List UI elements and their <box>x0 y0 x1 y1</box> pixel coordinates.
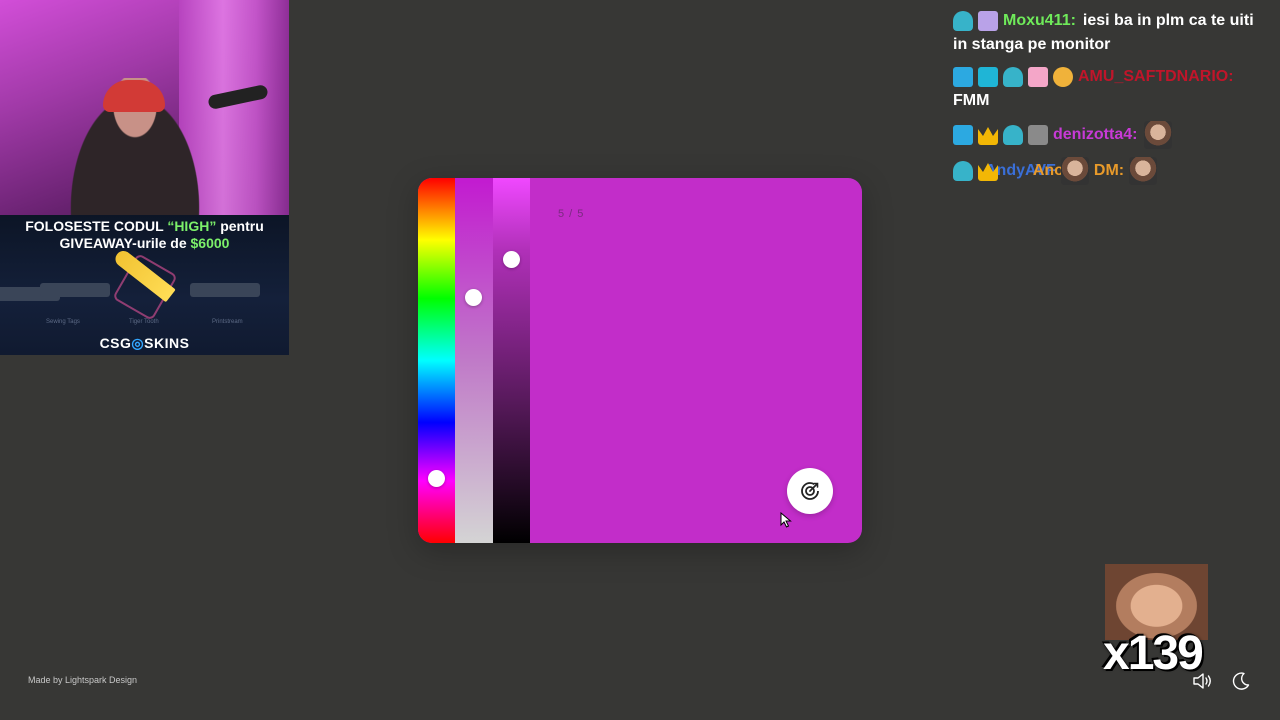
chat-username[interactable]: AMU_SAFTDNARIO: <box>1078 65 1234 89</box>
saturation-slider-handle[interactable] <box>465 289 482 307</box>
skin-label: Printstream <box>212 319 243 325</box>
color-counter: 5 / 5 <box>558 208 585 220</box>
emote-icon <box>1129 157 1158 185</box>
skin-rifle <box>40 283 110 297</box>
face-icon <box>1028 125 1048 145</box>
chat-mention: Ano <box>1032 162 1064 179</box>
chat-text: iesi ba in plm ca te uiti <box>1082 12 1254 29</box>
mouse-cursor-icon <box>780 512 792 528</box>
csgoskins-logo: CSG◎SKINS <box>0 335 289 352</box>
chat-overlay: Moxu411: iesi ba in plm ca te uiti in st… <box>953 9 1273 193</box>
monster-icon <box>953 161 973 181</box>
monster-icon <box>1003 67 1023 87</box>
target-button[interactable] <box>787 468 833 514</box>
gift-icon <box>1028 67 1048 87</box>
emote-combo-count: x139 <box>1103 627 1204 680</box>
lightness-slider[interactable] <box>493 178 530 543</box>
chat-text: FMM <box>953 92 990 109</box>
logo-text: SKINS <box>144 335 190 351</box>
promo-code: “HIGH” <box>167 218 217 234</box>
7tv-icon <box>1053 67 1073 87</box>
logo-text: CSG <box>99 335 132 351</box>
mod-icon <box>953 125 973 145</box>
bg-icon <box>978 67 998 87</box>
streamer-cap <box>103 80 165 112</box>
chat-username[interactable]: Moxu411: <box>1003 9 1076 33</box>
webcam-overlay: FOLOSESTE CODUL “HIGH” pentru GIVEAWAY-u… <box>0 0 289 355</box>
chat-username-suffix: DM: <box>1093 162 1125 179</box>
hue-slider[interactable] <box>418 178 455 543</box>
webcam-feed <box>0 0 289 215</box>
sound-toggle-button[interactable] <box>1192 670 1214 692</box>
speaker-icon <box>1193 673 1211 689</box>
giveaway-amount: $6000 <box>190 235 230 251</box>
hue-slider-handle[interactable] <box>428 470 445 488</box>
sponsor-banner: FOLOSESTE CODUL “HIGH” pentru GIVEAWAY-u… <box>0 215 289 355</box>
color-picker-card: 5 / 5 <box>418 178 862 543</box>
chat-message: AndyAVF Ano DM: <box>953 157 1273 185</box>
emote-icon <box>1060 157 1089 185</box>
lightness-slider-handle[interactable] <box>503 251 520 269</box>
chat-message: Moxu411: iesi ba in plm ca te uiti in st… <box>953 9 1273 57</box>
chat-message: AMU_SAFTDNARIO: FMM <box>953 65 1273 113</box>
target-icon <box>801 482 819 500</box>
banner-text: FOLOSESTE CODUL <box>25 218 168 234</box>
theme-toggle-button[interactable] <box>1230 670 1252 692</box>
made-by-credit[interactable]: Made by Lightspark Design <box>28 675 137 685</box>
banner-line-2: GIVEAWAY-urile de $6000 <box>0 235 289 251</box>
skin-awp <box>190 283 260 297</box>
banner-text: pentru <box>216 218 264 234</box>
crown-icon <box>978 127 998 145</box>
banner-text: GIVEAWAY-urile de <box>59 235 191 251</box>
chat-username[interactable]: denizotta4: <box>1053 123 1137 147</box>
banner-line-1: FOLOSESTE CODUL “HIGH” pentru <box>0 218 289 234</box>
gift-icon <box>978 11 998 31</box>
mod-icon <box>953 67 973 87</box>
monster-icon <box>953 11 973 31</box>
monster-icon <box>1003 125 1023 145</box>
saturation-slider[interactable] <box>455 178 493 543</box>
moon-icon <box>1232 672 1250 690</box>
skin-label: Sewing Tags <box>46 319 80 325</box>
chat-message: denizotta4: <box>953 121 1273 149</box>
skin-label: Tiger Tooth <box>129 319 159 325</box>
logo-mark: ◎ <box>131 335 145 351</box>
emote-icon <box>1144 121 1173 149</box>
chat-text: in stanga pe monitor <box>953 36 1111 53</box>
